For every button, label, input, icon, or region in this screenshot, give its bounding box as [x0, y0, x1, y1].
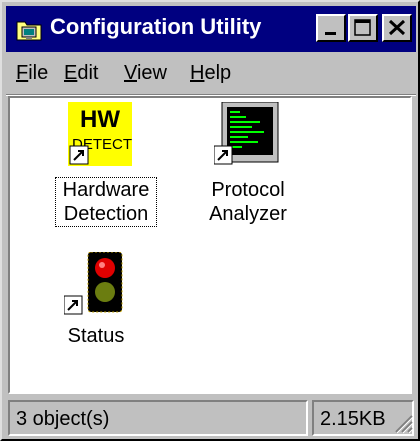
close-button[interactable]: [382, 14, 412, 42]
menu-file[interactable]: File: [16, 62, 48, 85]
resize-grip-icon[interactable]: [392, 412, 414, 434]
maximize-icon: [354, 19, 371, 36]
protocol-analyzer-item[interactable]: Protocol Analyzer: [198, 98, 298, 238]
menu-help[interactable]: Help: [190, 62, 231, 85]
hardware-detect-icon: HW DETECT: [68, 102, 132, 166]
status-bar: 3 object(s) 2.15KB: [6, 398, 416, 438]
close-icon: [388, 19, 406, 36]
window-title: Configuration Utility: [50, 14, 262, 39]
traffic-light-icon: [64, 252, 123, 315]
protocol-analyzer-label: Protocol Analyzer: [209, 179, 287, 225]
terminal-monitor-icon: [214, 102, 279, 165]
title-bar[interactable]: Configuration Utility: [6, 6, 416, 52]
app-window: Configuration Utility File Edit View Hel…: [0, 0, 420, 441]
maximize-button[interactable]: [348, 14, 378, 42]
svg-text:HW: HW: [80, 106, 120, 133]
computer-folder-icon: [16, 21, 42, 41]
object-count: 3 object(s): [8, 400, 308, 436]
status-label: Status: [67, 325, 125, 347]
hardware-detection-label: Hardware Detection: [55, 177, 157, 227]
status-item[interactable]: Status: [50, 248, 150, 358]
menu-bar: File Edit View Help: [6, 56, 416, 92]
minimize-button[interactable]: [316, 14, 346, 42]
icon-view[interactable]: HW DETECT Hardware Detection Protocol An…: [8, 96, 412, 394]
minimize-icon: [325, 32, 336, 35]
menu-edit[interactable]: Edit: [64, 62, 98, 85]
menu-view[interactable]: View: [124, 62, 167, 85]
hardware-detection-item[interactable]: HW DETECT Hardware Detection: [55, 98, 160, 238]
